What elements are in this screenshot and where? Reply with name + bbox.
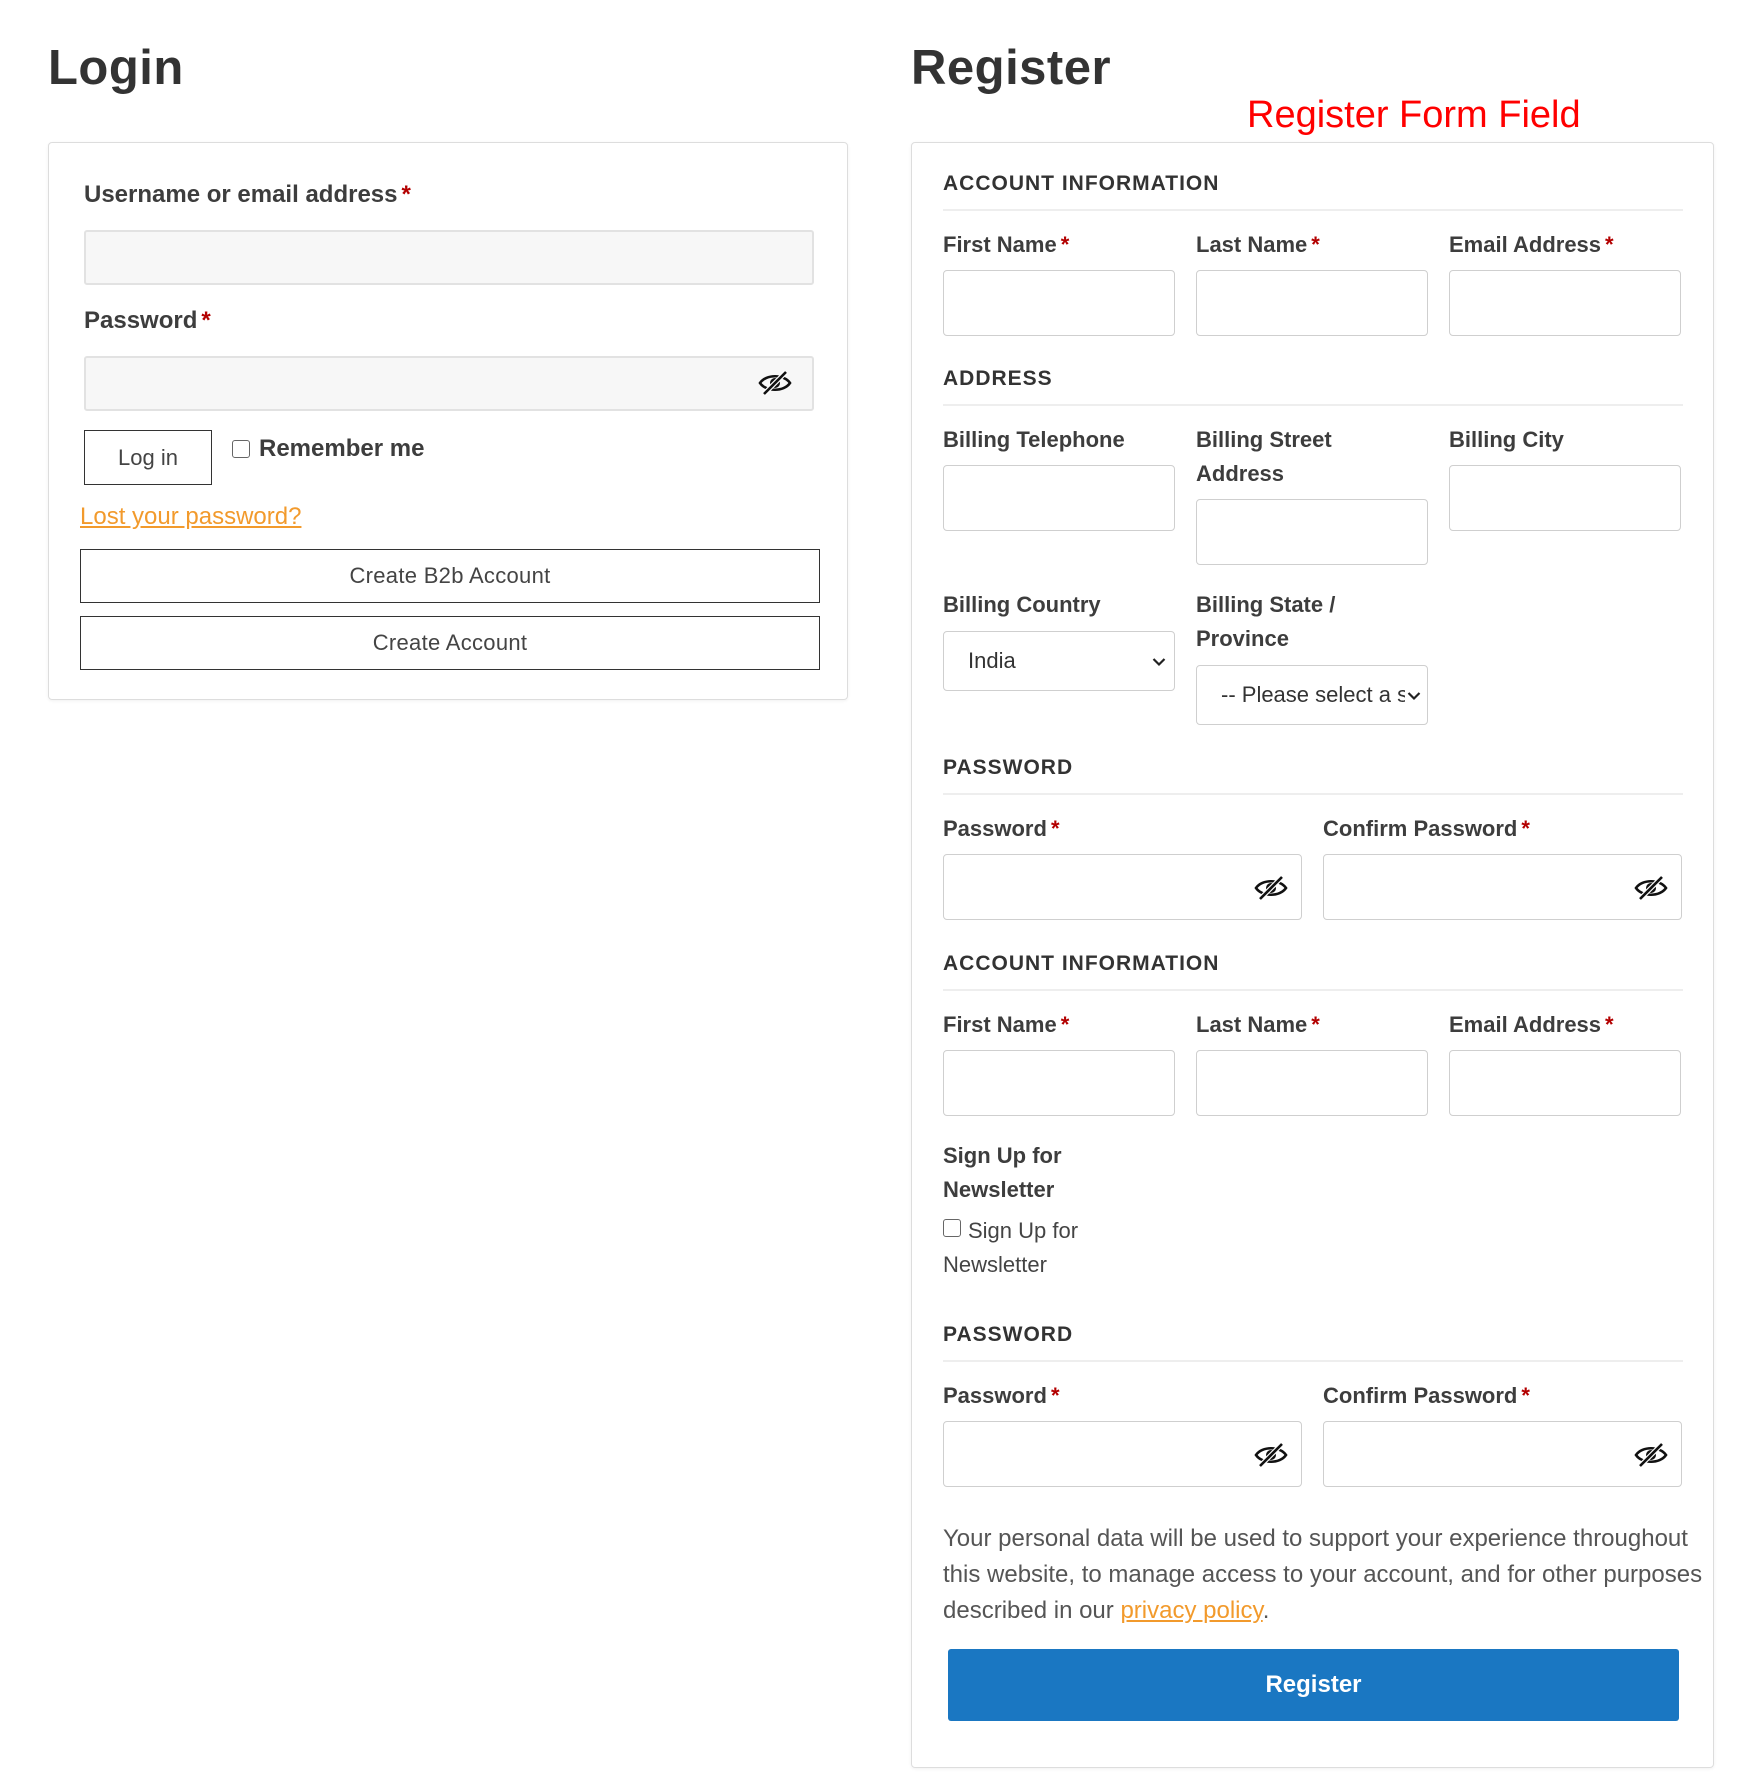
register-card: ACCOUNT INFORMATION First Name * Last Nam… [911,142,1714,1768]
billing-telephone-label: Billing Telephone [943,427,1125,452]
first-name-input-2[interactable] [943,1050,1175,1116]
required-mark: * [401,181,411,208]
confirm-password-input-2[interactable] [1323,1421,1682,1487]
username-input[interactable] [84,230,814,285]
newsletter-label: Sign Up for Newsletter [943,1143,1062,1202]
required-mark: * [1311,232,1320,257]
billing-state-value: -- Please select a state -- [1221,682,1405,707]
confirm-password-input[interactable] [1323,854,1682,920]
section-heading-account-info: ACCOUNT INFORMATION [943,172,1683,211]
email-label: Email Address * [1449,232,1614,257]
password-input[interactable] [943,854,1302,920]
last-name-input-2[interactable] [1196,1050,1428,1116]
login-card: Username or email address * Password * Log… [48,142,848,700]
create-account-button[interactable]: Create Account [80,616,820,670]
required-mark: * [201,307,211,334]
billing-street-input[interactable] [1196,499,1428,565]
section-heading-address: ADDRESS [943,367,1683,406]
username-label: Username or email address * [84,181,411,208]
login-title: Login [48,41,184,95]
first-name-label: First Name * [943,232,1070,257]
section-heading-account-info-2: ACCOUNT INFORMATION [943,952,1683,991]
billing-telephone-input[interactable] [943,465,1175,531]
required-mark: * [1050,816,1060,841]
required-mark: * [1521,1383,1530,1408]
billing-country-label: Billing Country [943,592,1101,617]
password-label: Password * [84,307,211,334]
last-name-input[interactable] [1196,270,1428,336]
eye-slash-icon[interactable] [758,370,792,396]
confirm-password-label-2: Confirm Password * [1323,1383,1530,1408]
eye-slash-icon[interactable] [1254,1442,1288,1468]
section-heading-password-2: PASSWORD [943,1323,1683,1362]
required-mark: * [1311,1012,1320,1037]
billing-state-select[interactable]: -- Please select a state -- [1196,665,1428,725]
email-label-2: Email Address * [1449,1012,1614,1037]
billing-country-select[interactable]: India [943,631,1175,691]
eye-slash-icon[interactable] [1254,875,1288,901]
password-input-2[interactable] [943,1421,1302,1487]
login-button[interactable]: Log in [84,430,212,485]
chevron-down-icon [1152,657,1166,667]
last-name-label: Last Name * [1196,232,1320,257]
billing-city-input[interactable] [1449,465,1681,531]
email-input-2[interactable] [1449,1050,1681,1116]
newsletter-checkbox-label[interactable]: Sign Up for Newsletter [943,1214,1103,1282]
create-b2b-account-button[interactable]: Create B2b Account [80,549,820,603]
required-mark: * [1060,1012,1070,1037]
annotation-label: Register Form Field [1247,94,1581,136]
required-mark: * [1605,1012,1614,1037]
billing-street-label: Billing Street Address [1196,427,1332,486]
lost-password-link[interactable]: Lost your password? [80,503,301,531]
password-input[interactable] [84,356,814,411]
last-name-label-2: Last Name * [1196,1012,1320,1037]
chevron-down-icon [1407,691,1421,701]
confirm-password-label: Confirm Password * [1323,816,1530,841]
remember-me-checkbox[interactable] [232,440,250,458]
privacy-notice: Your personal data will be used to suppo… [943,1525,1703,1624]
eye-slash-icon[interactable] [1634,875,1668,901]
required-mark: * [1605,232,1614,257]
first-name-input[interactable] [943,270,1175,336]
password-label: Password * [943,816,1060,841]
password-label-2: Password * [943,1383,1060,1408]
register-button[interactable]: Register [948,1649,1679,1721]
section-heading-password: PASSWORD [943,756,1683,795]
billing-state-label: Billing State / Province [1196,592,1336,651]
required-mark: * [1521,816,1530,841]
first-name-label-2: First Name * [943,1012,1070,1037]
eye-slash-icon[interactable] [1634,1442,1668,1468]
billing-country-value: India [968,648,1016,673]
required-mark: * [1060,232,1070,257]
remember-me-label[interactable]: Remember me [259,435,424,463]
register-title: Register [911,41,1112,95]
required-mark: * [1050,1383,1060,1408]
billing-city-label: Billing City [1449,427,1564,452]
email-input[interactable] [1449,270,1681,336]
privacy-policy-link[interactable]: privacy policy [1120,1597,1262,1624]
